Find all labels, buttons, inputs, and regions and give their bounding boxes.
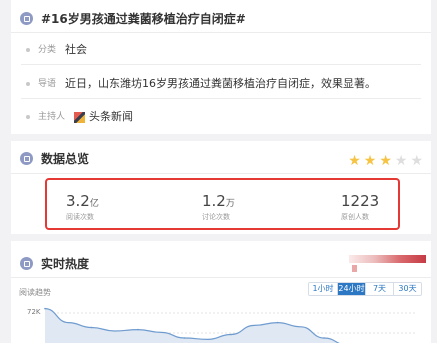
- series-area: [45, 308, 339, 343]
- data-point: [44, 307, 46, 310]
- data-point: [276, 321, 279, 324]
- stats-highlight-box: 3.2亿 阅读次数 1.2万 讨论次数 1223 原创人数: [45, 178, 400, 230]
- divider: [11, 32, 431, 33]
- overview-title: 数据总览: [41, 152, 90, 166]
- topic-card: #16岁男孩通过粪菌移植治疗自闭症# 分类 社会 导语 近日，山东潍坊16岁男孩…: [11, 0, 431, 134]
- divider: [21, 98, 421, 99]
- topic-title: #16岁男孩通过粪菌移植治疗自闭症#: [41, 12, 246, 26]
- host-name-link[interactable]: 头条新闻: [89, 110, 133, 124]
- bullet-dot: [26, 82, 30, 86]
- host-row: 主持人 头条新闻: [26, 110, 133, 124]
- read-trend-chart: [44, 307, 417, 343]
- star-filled-icon: ★: [348, 153, 361, 169]
- data-point: [323, 337, 325, 339]
- y-tick-label: 72K: [27, 308, 41, 316]
- star-filled-icon: ★: [379, 153, 392, 169]
- topic-icon: [20, 12, 33, 25]
- host-avatar[interactable]: [74, 112, 86, 123]
- stat-value: 1223: [341, 192, 380, 210]
- category-row: 分类 社会: [26, 43, 87, 57]
- data-point: [183, 337, 186, 339]
- stat-caption: 讨论次数: [202, 213, 230, 221]
- bullet-dot: [26, 48, 30, 52]
- category-label: 分类: [38, 45, 57, 55]
- rating-stars: ★ ★ ★ ★ ★: [345, 154, 423, 168]
- lead-row: 导语 近日，山东潍坊16岁男孩通过粪菌移植治疗自闭症，效果显著。: [26, 77, 376, 91]
- stat-originals: 1223 原创人数: [341, 191, 379, 222]
- stat-caption: 原创人数: [341, 213, 369, 221]
- stat-unit: 万: [225, 199, 235, 209]
- stat-views: 3.2亿 阅读次数: [66, 191, 99, 222]
- divider: [11, 173, 431, 174]
- data-point: [230, 333, 232, 336]
- bullet-dot: [26, 115, 30, 119]
- star-empty-icon: ★: [410, 153, 423, 169]
- data-point: [90, 326, 93, 329]
- stat-value: 3.2: [66, 192, 90, 210]
- heat-card: 实时热度 阅读趋势 1小时 24小时 7天 30天 72K: [11, 241, 431, 343]
- category-value: 社会: [65, 43, 88, 56]
- divider: [21, 64, 421, 65]
- stat-unit: 亿: [89, 199, 99, 209]
- topic-header: #16岁男孩通过粪菌移植治疗自闭症#: [20, 10, 246, 27]
- star-empty-icon: ★: [394, 153, 408, 169]
- stat-value: 1.2: [202, 192, 226, 210]
- host-label: 主持人: [38, 112, 66, 122]
- lead-value: 近日，山东潍坊16岁男孩通过粪菌移植治疗自闭症，效果显著。: [65, 77, 377, 90]
- overview-card: 数据总览 ★ ★ ★ ★ ★ 3.2亿 阅读次数 1.2万 讨论次数 1223 原创人数: [11, 141, 431, 234]
- star-filled-icon: ★: [363, 153, 377, 169]
- overview-header: 数据总览: [20, 150, 89, 167]
- overview-icon: [20, 152, 33, 165]
- data-point: [137, 328, 139, 331]
- lead-label: 导语: [38, 79, 57, 89]
- stat-discussions: 1.2万 讨论次数: [202, 191, 235, 222]
- stat-caption: 阅读次数: [66, 213, 94, 221]
